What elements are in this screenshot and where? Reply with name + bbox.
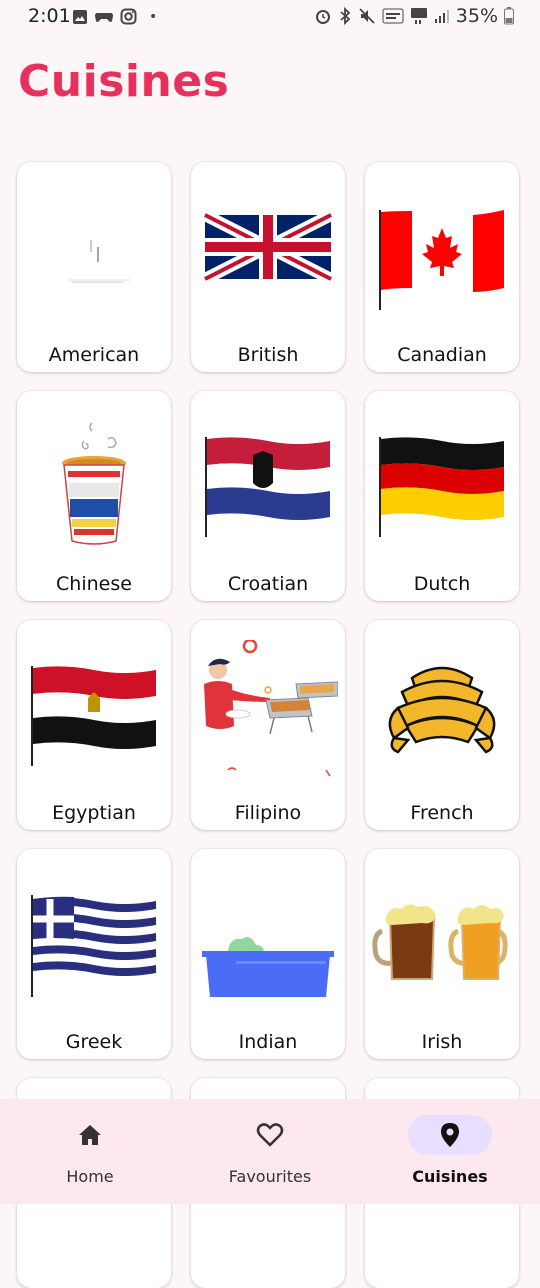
cuisine-card-chinese[interactable]: Chinese: [17, 391, 171, 601]
volte-icon: [382, 8, 404, 24]
home-icon: [79, 1125, 101, 1145]
nav-home-label: Home: [66, 1167, 114, 1186]
cuisine-label: American: [48, 344, 140, 366]
cuisine-card-canadian[interactable]: Canadian: [365, 162, 519, 372]
planter-box: [202, 937, 334, 997]
status-system-icons: 35%: [314, 5, 514, 27]
cuisine-card-irish[interactable]: Irish: [365, 849, 519, 1059]
battery-percent: 35%: [455, 5, 498, 27]
noodle-cup: [62, 422, 126, 545]
cuisine-card-croatian[interactable]: Croatian: [191, 391, 345, 601]
cuisine-card-british[interactable]: British: [191, 162, 345, 372]
nav-home[interactable]: Home: [0, 1099, 180, 1204]
cuisine-card-french[interactable]: French: [365, 620, 519, 830]
status-notification-icons: •: [72, 8, 157, 25]
greece-flag: [31, 895, 156, 997]
instagram-icon: [120, 8, 137, 25]
croissants: [388, 666, 496, 754]
canada-flag: [379, 210, 504, 310]
nav-favourites[interactable]: Favourites: [180, 1099, 360, 1204]
cuisine-label: Greek: [65, 1031, 123, 1053]
beer-mugs: [372, 904, 508, 980]
nav-favourites-label: Favourites: [228, 1167, 312, 1186]
mute-icon: [359, 8, 375, 24]
bottom-navigation: Home Favourites Cuisines: [0, 1099, 540, 1204]
heart-icon: [256, 1123, 284, 1147]
american-image: [69, 240, 130, 283]
cuisine-label: Egyptian: [52, 802, 136, 824]
cuisine-label: Canadian: [397, 344, 487, 366]
battery-icon: [504, 7, 514, 25]
location-pin-icon: [441, 1123, 459, 1147]
cuisine-label: Irish: [421, 1031, 463, 1053]
status-bar: 2:01 • 35%: [0, 0, 540, 32]
cuisine-label: British: [237, 344, 299, 366]
uk-flag: [202, 209, 334, 285]
cuisine-label: Dutch: [413, 573, 471, 595]
cuisine-card-egyptian[interactable]: Egyptian: [17, 620, 171, 830]
alarm-icon: [315, 10, 330, 24]
croatia-flag: [205, 437, 330, 537]
chef-illustration: [204, 640, 338, 777]
cuisine-label: Indian: [238, 1031, 298, 1053]
status-time: 2:01: [28, 5, 71, 27]
cuisine-card-greek[interactable]: Greek: [17, 849, 171, 1059]
egypt-flag: [31, 666, 156, 766]
gamepad-icon: [95, 12, 113, 22]
cuisine-card-indian[interactable]: Indian: [191, 849, 345, 1059]
cuisine-label: Chinese: [56, 573, 132, 595]
image-icon: [73, 9, 87, 24]
cuisine-label: French: [410, 802, 474, 824]
status-dot: •: [149, 8, 158, 25]
nav-cuisines-label: Cuisines: [412, 1167, 488, 1186]
signal-icon: [434, 10, 449, 23]
cuisine-label: Filipino: [234, 802, 302, 824]
5g-icon: [410, 8, 427, 24]
nav-active-indicator: [408, 1115, 492, 1155]
bluetooth-icon: [340, 7, 351, 25]
germany-flag: [379, 437, 504, 537]
cuisine-label: Croatian: [227, 573, 309, 595]
page-title: Cuisines: [18, 56, 230, 107]
cuisine-card-filipino[interactable]: Filipino: [191, 620, 345, 830]
cuisine-card-american[interactable]: American: [17, 162, 171, 372]
cuisine-card-dutch[interactable]: Dutch: [365, 391, 519, 601]
nav-cuisines[interactable]: Cuisines: [360, 1099, 540, 1204]
